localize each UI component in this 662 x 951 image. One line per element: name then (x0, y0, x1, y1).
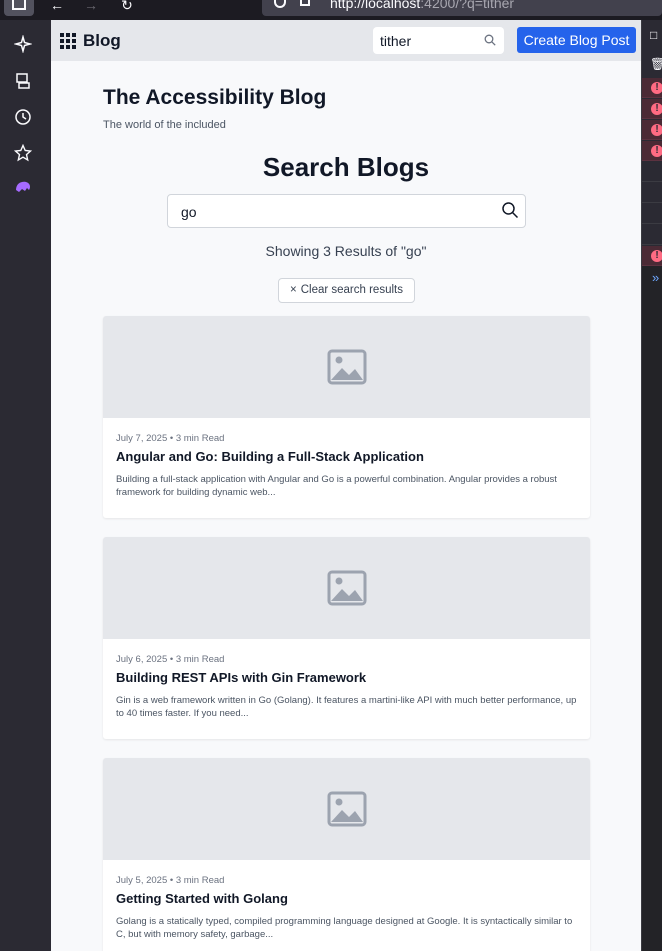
console-error-row[interactable]: ! (642, 78, 662, 98)
results-summary: Showing 3 Results of "go" (265, 243, 427, 259)
brand-logo-text[interactable]: Blog (83, 31, 121, 51)
blog-card[interactable]: July 6, 2025 • 3 min Read Building REST … (103, 537, 590, 739)
reload-button[interactable]: ↻ (112, 0, 142, 14)
browser-sidebar (0, 20, 51, 951)
error-icon: ! (651, 103, 662, 115)
close-icon: × (290, 284, 297, 296)
sync-icon[interactable] (13, 72, 33, 92)
top-navbar: Blog tither Create Blog Post (51, 20, 641, 61)
console-prompt-icon[interactable]: » (652, 270, 659, 285)
error-icon: ! (651, 82, 662, 94)
apps-grid-icon[interactable] (60, 33, 76, 49)
devtools-console-list: □ 🗑 ! ! ! ! ! (642, 20, 662, 266)
post-meta: July 6, 2025 • 3 min Read (116, 654, 225, 665)
console-row[interactable] (642, 183, 662, 203)
search-icon[interactable] (501, 201, 519, 219)
clear-search-button[interactable]: × Clear search results (278, 278, 415, 303)
post-title[interactable]: Building REST APIs with Gin Framework (116, 670, 366, 685)
extension-icon[interactable] (13, 178, 33, 198)
console-error-row[interactable]: ! (642, 99, 662, 119)
console-error-row[interactable]: ! (642, 120, 662, 140)
console-error-row[interactable]: ! (642, 141, 662, 161)
url-host: http://localhost (330, 0, 421, 11)
console-row[interactable] (642, 162, 662, 182)
url-path: :4200/?q=tither (420, 0, 515, 11)
post-meta: July 5, 2025 • 3 min Read (116, 875, 225, 886)
error-icon: ! (651, 145, 662, 157)
back-button[interactable]: ← (42, 0, 72, 14)
post-excerpt: Golang is a statically typed, compiled p… (116, 916, 573, 940)
devtools-panel: □ 🗑 ! ! ! ! ! » (641, 20, 662, 951)
post-excerpt: Building a full-stack application with A… (116, 474, 557, 498)
bookmark-star-icon[interactable] (13, 143, 33, 164)
trash-icon[interactable]: 🗑 (650, 58, 662, 71)
image-icon (327, 570, 367, 606)
page-info-icon (300, 0, 310, 6)
sparkle-icon[interactable] (13, 34, 33, 55)
history-icon[interactable] (13, 108, 33, 128)
page-tagline: The world of the included (103, 119, 226, 131)
console-row[interactable] (642, 204, 662, 224)
page-viewport: Blog tither Create Blog Post The Accessi… (51, 20, 641, 951)
blog-search-input[interactable]: go (167, 194, 526, 228)
forward-button[interactable]: → (76, 0, 106, 14)
image-icon (327, 791, 367, 827)
error-icon: ! (651, 124, 662, 136)
browser-toolbar: ← → ↻ http://localhost:4200/?q=tither (0, 0, 662, 20)
image-icon (327, 349, 367, 385)
post-title[interactable]: Getting Started with Golang (116, 891, 288, 906)
search-heading: Search Blogs (262, 152, 430, 182)
url-bar[interactable]: http://localhost:4200/?q=tither (262, 0, 662, 16)
navbar-search-input[interactable]: tither (373, 27, 504, 54)
image-placeholder (103, 316, 590, 418)
page-title: The Accessibility Blog (103, 86, 327, 109)
create-blog-post-button[interactable]: Create Blog Post (517, 27, 636, 53)
image-placeholder (103, 758, 590, 860)
sidebar-toggle-button[interactable] (4, 0, 34, 16)
post-title[interactable]: Angular and Go: Building a Full-Stack Ap… (116, 449, 424, 464)
shield-icon (274, 0, 286, 8)
post-meta: July 7, 2025 • 3 min Read (116, 433, 225, 444)
pick-element-icon[interactable]: □ (650, 29, 662, 42)
console-error-row[interactable]: ! (642, 246, 662, 266)
error-icon: ! (651, 250, 662, 262)
post-excerpt: Gin is a web framework written in Go (Go… (116, 695, 577, 719)
sidebar-icon (12, 0, 26, 10)
image-placeholder (103, 537, 590, 639)
navbar-search-value: tither (380, 33, 412, 49)
search-icon[interactable] (484, 34, 496, 46)
blog-search-value: go (181, 204, 197, 220)
blog-card[interactable]: July 7, 2025 • 3 min Read Angular and Go… (103, 316, 590, 518)
console-row[interactable] (642, 225, 662, 245)
blog-card[interactable]: July 5, 2025 • 3 min Read Getting Starte… (103, 758, 590, 951)
clear-search-label: Clear search results (300, 284, 403, 296)
